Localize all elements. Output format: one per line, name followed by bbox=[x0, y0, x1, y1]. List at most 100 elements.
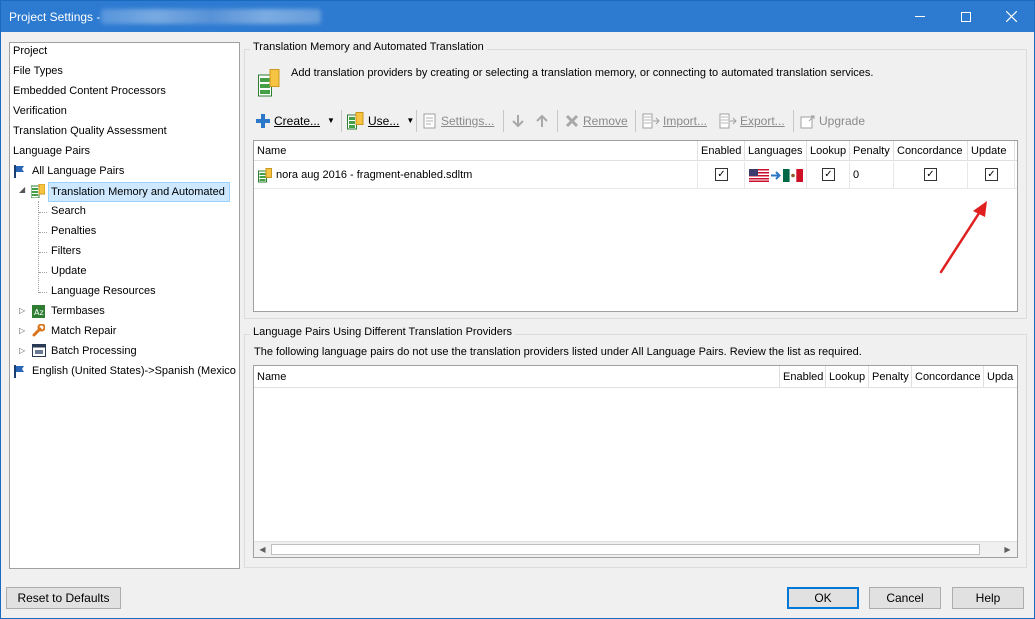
languages-cell bbox=[745, 162, 807, 188]
remove-button[interactable]: Remove bbox=[564, 110, 628, 132]
toolbar-separator bbox=[635, 110, 636, 132]
window-title: Project Settings - bbox=[9, 10, 101, 24]
enabled-cell: ✓ bbox=[698, 162, 745, 188]
column-header-concordance[interactable]: Concordance bbox=[912, 366, 984, 388]
collapse-arrow-icon[interactable]: ◢ bbox=[19, 180, 28, 200]
help-button[interactable]: Help bbox=[952, 587, 1024, 609]
us-to-mexico-flags-icon bbox=[749, 169, 803, 182]
settings-document-icon bbox=[423, 113, 436, 129]
enabled-checkbox[interactable]: ✓ bbox=[715, 168, 728, 181]
column-header-update[interactable]: Upda bbox=[984, 366, 1017, 388]
tree-item-search[interactable]: Search bbox=[51, 201, 86, 221]
scroll-left-icon[interactable]: ◀ bbox=[254, 542, 271, 557]
cancel-button[interactable]: Cancel bbox=[869, 587, 941, 609]
column-header-enabled[interactable]: Enabled bbox=[698, 141, 745, 161]
create-button[interactable]: Create... ▼ bbox=[255, 110, 335, 132]
toolbar-separator bbox=[416, 110, 417, 132]
column-header-lookup[interactable]: Lookup bbox=[807, 141, 850, 161]
tree-item-filters[interactable]: Filters bbox=[51, 241, 81, 261]
tree-item-all-language-pairs[interactable]: All Language Pairs bbox=[32, 161, 124, 181]
expand-arrow-icon[interactable]: ▷ bbox=[19, 321, 28, 341]
tm-grid: Name Enabled Languages Lookup Penalty Co… bbox=[253, 140, 1018, 312]
tree-item-match-repair[interactable]: Match Repair bbox=[51, 321, 116, 341]
toolbar-separator bbox=[793, 110, 794, 132]
title-bar: Project Settings - bbox=[1, 1, 1034, 32]
tree-item-label: Batch Processing bbox=[51, 345, 137, 357]
tree-item-embedded-content-processors[interactable]: Embedded Content Processors bbox=[13, 81, 166, 101]
tree-item-label: Translation Memory and Automated bbox=[51, 186, 225, 198]
column-header-update[interactable]: Update bbox=[968, 141, 1015, 161]
move-down-button[interactable] bbox=[510, 110, 526, 132]
export-button[interactable]: Export... bbox=[719, 110, 785, 132]
arrow-up-icon bbox=[536, 114, 548, 127]
close-button[interactable] bbox=[988, 1, 1034, 32]
export-icon bbox=[719, 113, 737, 129]
column-header-penalty[interactable]: Penalty bbox=[869, 366, 912, 388]
upgrade-label: Upgrade bbox=[819, 114, 866, 128]
tree-item-label: Project bbox=[13, 45, 48, 57]
concordance-checkbox[interactable]: ✓ bbox=[924, 168, 937, 181]
tm-section-title: Translation Memory and Automated Transla… bbox=[250, 41, 487, 53]
translation-memory-icon bbox=[31, 184, 45, 198]
column-header-concordance[interactable]: Concordance bbox=[894, 141, 968, 161]
project-settings-window: Project Settings - Project File Types Em… bbox=[0, 0, 1035, 619]
column-header-enabled[interactable]: Enabled bbox=[780, 366, 826, 388]
column-header-languages[interactable]: Languages bbox=[745, 141, 807, 161]
reset-to-defaults-button[interactable]: Reset to Defaults bbox=[6, 587, 121, 609]
lp-section-description: The following language pairs do not use … bbox=[254, 346, 862, 358]
penalty-cell[interactable]: 0 bbox=[850, 162, 894, 188]
column-header-name[interactable]: Name bbox=[254, 141, 698, 161]
tree-item-update[interactable]: Update bbox=[51, 261, 86, 281]
tree-connector bbox=[39, 232, 47, 233]
tree-item-termbases[interactable]: Termbases bbox=[51, 301, 105, 321]
column-header-name[interactable]: Name bbox=[254, 366, 780, 388]
termbase-icon: Az bbox=[32, 305, 45, 318]
tree-item-label: Termbases bbox=[51, 305, 105, 317]
toolbar-separator bbox=[503, 110, 504, 132]
scroll-thumb[interactable] bbox=[271, 544, 980, 555]
expand-arrow-icon[interactable]: ▷ bbox=[19, 301, 28, 321]
export-label: Export... bbox=[740, 114, 785, 128]
tree-item-file-types[interactable]: File Types bbox=[13, 61, 63, 81]
tree-item-verification[interactable]: Verification bbox=[13, 101, 67, 121]
flag-icon bbox=[14, 165, 24, 178]
remove-label: Remove bbox=[583, 114, 628, 128]
move-up-button[interactable] bbox=[534, 110, 550, 132]
svg-text:Az: Az bbox=[34, 308, 44, 317]
import-button[interactable]: Import... bbox=[642, 110, 707, 132]
tree-item-language-pairs[interactable]: Language Pairs bbox=[13, 141, 90, 161]
tree-connector bbox=[38, 201, 39, 293]
tree-item-project[interactable]: Project bbox=[13, 43, 48, 61]
tree-item-language-resources[interactable]: Language Resources bbox=[51, 281, 156, 301]
ok-button[interactable]: OK bbox=[787, 587, 859, 609]
tree-item-label: Penalties bbox=[51, 225, 97, 237]
tree-item-translation-memory-and-automated[interactable]: Translation Memory and Automated bbox=[48, 182, 230, 202]
tree-item-english-spanish-mexico[interactable]: English (United States)->Spanish (Mexico bbox=[32, 361, 236, 381]
upgrade-button[interactable]: Upgrade bbox=[800, 110, 865, 132]
scroll-right-icon[interactable]: ▶ bbox=[999, 542, 1016, 557]
dropdown-arrow-icon: ▼ bbox=[327, 116, 335, 125]
toolbar-separator bbox=[341, 110, 342, 132]
maximize-button[interactable] bbox=[943, 1, 989, 32]
tree-item-batch-processing[interactable]: Batch Processing bbox=[51, 341, 137, 361]
tree-item-label: Search bbox=[51, 205, 86, 217]
update-cell: ✓ bbox=[968, 162, 1015, 188]
settings-tree: Project File Types Embedded Content Proc… bbox=[9, 42, 240, 569]
expand-arrow-icon[interactable]: ▷ bbox=[19, 341, 28, 361]
horizontal-scrollbar[interactable]: ◀ ▶ bbox=[254, 541, 1017, 557]
table-row[interactable]: nora aug 2016 - fragment-enabled.sdltm ✓… bbox=[254, 162, 1017, 189]
tm-name-text: nora aug 2016 - fragment-enabled.sdltm bbox=[276, 169, 473, 181]
column-header-lookup[interactable]: Lookup bbox=[826, 366, 869, 388]
update-checkbox[interactable]: ✓ bbox=[985, 168, 998, 181]
use-label: Use... bbox=[368, 114, 400, 128]
tree-item-translation-quality-assessment[interactable]: Translation Quality Assessment bbox=[13, 121, 167, 141]
import-icon bbox=[642, 113, 660, 129]
use-button[interactable]: Use... ▼ bbox=[347, 110, 414, 132]
tree-item-label: Update bbox=[51, 265, 87, 277]
tree-item-penalties[interactable]: Penalties bbox=[51, 221, 96, 241]
column-header-penalty[interactable]: Penalty bbox=[850, 141, 894, 161]
settings-button[interactable]: Settings... bbox=[422, 110, 494, 132]
minimize-button[interactable] bbox=[897, 1, 943, 32]
lookup-checkbox[interactable]: ✓ bbox=[822, 168, 835, 181]
tree-item-label: Embedded Content Processors bbox=[13, 85, 166, 97]
